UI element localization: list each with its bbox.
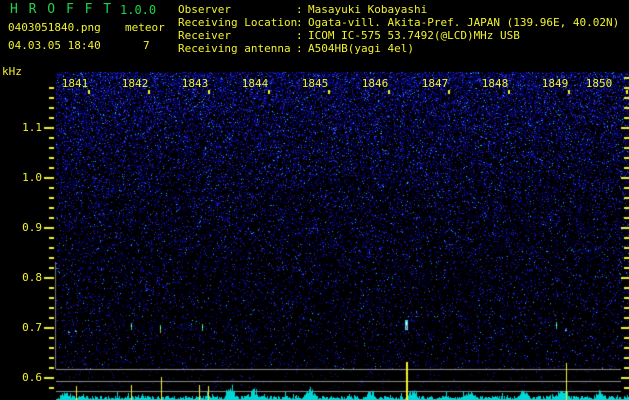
info-row-observer: Observer: Masayuki Kobayashi <box>178 3 619 16</box>
time-tick-label: 1843 <box>181 77 209 90</box>
info-label: Receiver <box>178 29 231 42</box>
freq-tick-label: 1.1 <box>22 121 42 134</box>
info-value: ICOM IC-575 53.7492(@LCD)MHz USB <box>308 29 520 42</box>
info-colon: : <box>296 16 303 29</box>
info-row-receiving-antenna: Receiving antenna: A504HB(yagi 4el) <box>178 42 619 55</box>
time-tick-label: 1846 <box>361 77 389 90</box>
freq-tick-label: 0.6 <box>22 371 42 384</box>
time-tick-label: 1844 <box>241 77 269 90</box>
info-label: Receiving antenna <box>178 42 291 55</box>
time-tick-label: 1848 <box>481 77 509 90</box>
info-value: A504HB(yagi 4el) <box>308 42 414 55</box>
time-tick-label: 1849 <box>541 77 569 90</box>
info-colon: : <box>296 29 303 42</box>
app-version: 1.0.0 <box>120 3 157 17</box>
freq-tick-label: 1.0 <box>22 171 42 184</box>
freq-tick-label: 0.9 <box>22 221 42 234</box>
spectrogram-canvas <box>0 0 629 400</box>
time-tick-label: 1850 <box>585 77 613 90</box>
khz-axis-unit: kHz <box>2 65 22 78</box>
time-tick-label: 1842 <box>121 77 149 90</box>
info-value: Masayuki Kobayashi <box>308 3 428 16</box>
freq-tick-label: 0.7 <box>22 321 42 334</box>
output-filename: 0403051840.png <box>8 21 101 34</box>
time-tick-label: 1845 <box>301 77 329 90</box>
info-label: Observer <box>178 3 231 16</box>
time-tick-label: 1841 <box>61 77 89 90</box>
info-row-receiver: Receiver: ICOM IC-575 53.7492(@LCD)MHz US… <box>178 29 619 42</box>
mode-label: meteor <box>125 21 165 34</box>
app-title: H R O F F T <box>10 2 113 17</box>
info-colon: : <box>296 3 303 16</box>
echo-count: 7 <box>143 39 150 52</box>
freq-tick-label: 0.8 <box>22 271 42 284</box>
info-row-receiving-location: Receiving Location: Ogata-vill. Akita-Pre… <box>178 16 619 29</box>
datetime-label: 04.03.05 18:40 <box>8 39 101 52</box>
hrofft-screen: H R O F F T 1.0.0 0403051840.png meteor … <box>0 0 629 400</box>
time-tick-label: 1847 <box>421 77 449 90</box>
info-value: Ogata-vill. Akita-Pref. JAPAN (139.96E, … <box>308 16 620 29</box>
station-info: Observer: Masayuki Kobayashi Receiving Loc… <box>178 3 619 55</box>
info-label: Receiving Location <box>178 16 298 29</box>
info-colon: : <box>296 42 303 55</box>
